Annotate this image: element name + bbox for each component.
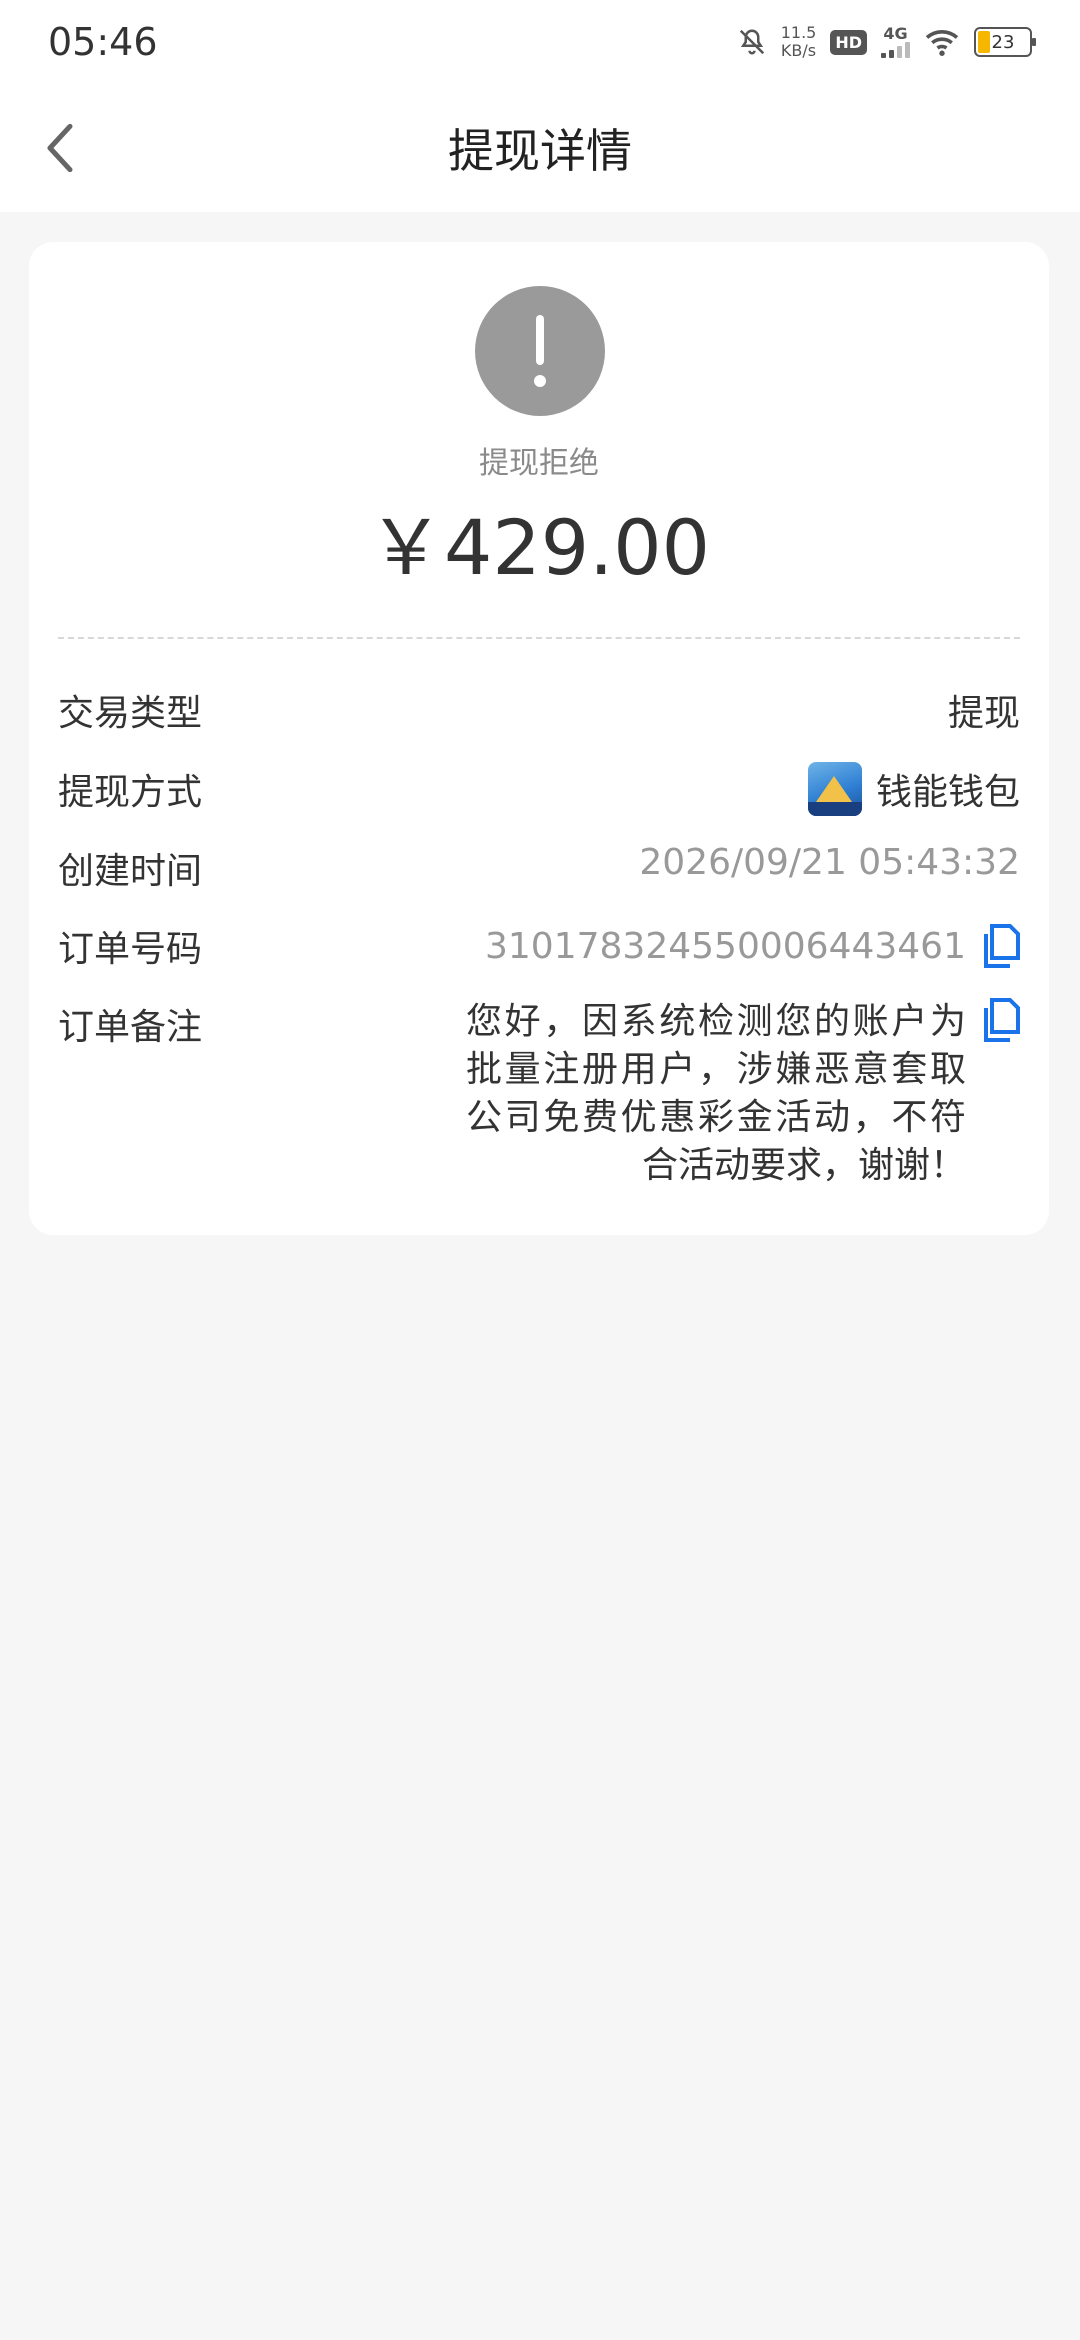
status-bar: 05:46 11.5 KB/s HD 4G 23 xyxy=(0,0,1080,84)
speed-unit: KB/s xyxy=(780,41,817,60)
nav-bar: 提现详情 xyxy=(0,84,1080,212)
transaction-type-label: 交易类型 xyxy=(58,693,203,734)
cellular-signal: 4G xyxy=(881,26,910,58)
created-time-label: 创建时间 xyxy=(58,851,203,892)
row-order-number: 订单号码 310178324550006443461 xyxy=(58,920,1020,972)
order-number-value: 310178324550006443461 xyxy=(485,925,966,967)
page-title: 提现详情 xyxy=(448,124,632,178)
withdraw-status: 提现拒绝 xyxy=(479,446,599,481)
order-remark-label: 订单备注 xyxy=(58,1007,203,1048)
order-number: 310178324550006443461 xyxy=(485,924,1020,968)
order-remark-value: 您好，因系统检测您的账户为批量注册用户，涉嫌恶意套取公司免费优惠彩金活动，不符合… xyxy=(466,1001,966,1186)
withdraw-detail-card: 提现拒绝 ￥429.00 交易类型 提现 提现方式 钱能钱包 创建时间 2026… xyxy=(29,242,1049,1235)
withdraw-method-value: 钱能钱包 xyxy=(875,772,1020,813)
back-button[interactable] xyxy=(30,118,90,178)
battery-icon: 23 xyxy=(974,27,1036,57)
dashed-divider xyxy=(58,637,1020,639)
status-icons: 11.5 KB/s HD 4G 23 xyxy=(737,24,1036,60)
order-remark: 您好，因系统检测您的账户为批量注册用户，涉嫌恶意套取公司免费优惠彩金活动，不符合… xyxy=(466,998,1020,1190)
withdraw-amount: ￥429.00 xyxy=(368,503,710,592)
transaction-type-value: 提现 xyxy=(947,693,1020,734)
wifi-icon xyxy=(925,30,959,56)
status-time: 05:46 xyxy=(48,20,158,64)
row-created-time: 创建时间 2026/09/21 05:43:32 xyxy=(58,842,1020,894)
hd-badge: HD xyxy=(830,29,867,55)
speed-value: 11.5 xyxy=(780,23,817,42)
withdraw-method-label: 提现方式 xyxy=(58,772,203,813)
signal-bars-icon xyxy=(881,42,910,58)
row-transaction-type: 交易类型 提现 xyxy=(58,684,1020,736)
network-speed: 11.5 KB/s xyxy=(781,24,817,60)
created-time-value: 2026/09/21 05:43:32 xyxy=(639,842,1020,883)
order-number-label: 订单号码 xyxy=(58,929,203,970)
wallet-app-logo xyxy=(807,762,862,816)
withdraw-method: 钱能钱包 xyxy=(807,762,1020,816)
network-type: 4G xyxy=(883,24,908,43)
exclamation-icon xyxy=(475,286,605,416)
mute-bell-icon xyxy=(739,29,764,55)
copy-order-number-icon[interactable] xyxy=(980,924,1020,968)
row-order-remark: 订单备注 您好，因系统检测您的账户为批量注册用户，涉嫌恶意套取公司免费优惠彩金活… xyxy=(58,998,1020,1190)
chevron-left-icon xyxy=(47,123,73,173)
row-withdraw-method: 提现方式 钱能钱包 xyxy=(58,762,1020,816)
battery-level: 23 xyxy=(991,31,1015,53)
copy-order-remark-icon[interactable] xyxy=(980,998,1020,1042)
